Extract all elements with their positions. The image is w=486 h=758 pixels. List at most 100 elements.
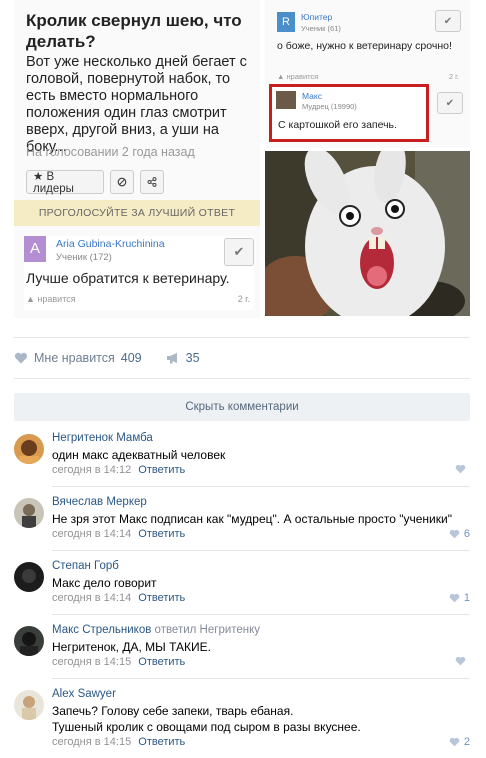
heart-icon: [455, 656, 466, 666]
check-icon: ✔: [224, 238, 254, 266]
reply-link[interactable]: Ответить: [138, 656, 185, 668]
comment-meta: сегодня в 14:15 Ответить: [52, 736, 185, 748]
comment-like-button[interactable]: 2: [449, 736, 470, 748]
comment-item: Вячеслав Меркер Не зря этот Макс подписа…: [14, 496, 470, 550]
comment-text: Запечь? Голову себе запеки, тварь ебаная…: [52, 703, 470, 735]
question-meta: На голосовании 2 года назад: [26, 145, 195, 159]
answer-like-label: нравится: [37, 294, 76, 304]
reply-link[interactable]: Ответить: [138, 528, 185, 540]
answer-time: 2 г.: [237, 294, 250, 304]
divider: [52, 550, 470, 551]
comment-meta: сегодня в 14:12 Ответить: [52, 464, 185, 476]
comment-author[interactable]: Степан Горб: [52, 560, 119, 572]
comment-item: Alex Sawyer Запечь? Голову себе запеки, …: [14, 688, 470, 754]
heart-icon: [449, 737, 460, 747]
hide-comments-button[interactable]: Скрыть комментарии: [14, 393, 470, 421]
meme-image: Кролик свернул шею, что делать? Вот уже …: [14, 0, 470, 318]
jupiter-rank: Ученик (61): [301, 24, 341, 33]
comment-text: один макс адекватный человек: [52, 448, 226, 462]
divider: [52, 614, 470, 615]
heart-icon[interactable]: [14, 352, 28, 364]
comment-item: Макс Стрельников ответил Негритенку Негр…: [14, 624, 470, 678]
comment-author-name[interactable]: Макс Стрельников: [52, 624, 151, 636]
answer-author: Aria Gubina-Kruchinina: [56, 238, 165, 250]
jupiter-like-label: нравится: [286, 72, 319, 81]
reply-link[interactable]: Ответить: [138, 736, 185, 748]
comment-text: Негритенок, ДА, МЫ ТАКИЕ.: [52, 640, 211, 654]
comment-author[interactable]: Alex Sawyer: [52, 688, 116, 700]
max-author: Макс: [302, 91, 322, 101]
answer-rank: Ученик (172): [56, 252, 112, 263]
jupiter-time: 2 г.: [448, 72, 459, 81]
megaphone-icon[interactable]: [166, 352, 180, 364]
block-icon: [110, 170, 134, 194]
comment-text-line: Тушеный кролик с овощами под сыром в раз…: [52, 720, 361, 734]
divider: [14, 378, 470, 379]
reactions-bar: Мне нравится 409 35: [14, 343, 200, 373]
max-avatar: [276, 91, 296, 109]
answers-panel: R Юпитер Ученик (61) ✔ о боже, нужно к в…: [265, 0, 470, 148]
comment-time[interactable]: сегодня в 14:14: [52, 528, 131, 540]
divider: [52, 678, 470, 679]
likes-count[interactable]: 409: [121, 351, 142, 365]
comment-text: Не зря этот Макс подписан как "мудрец". …: [52, 512, 452, 526]
comment-author[interactable]: Негритенок Мамба: [52, 432, 153, 444]
comment-author[interactable]: Вячеслав Меркер: [52, 496, 147, 508]
jupiter-avatar: R: [277, 12, 295, 32]
question-panel: Кролик свернул шею, что делать? Вот уже …: [14, 0, 260, 318]
heart-icon: [449, 593, 460, 603]
jupiter-like: ▲ нравится: [277, 72, 319, 81]
comment-like-button[interactable]: [455, 656, 470, 666]
question-title: Кролик свернул шею, что делать?: [26, 11, 242, 51]
vote-banner: ПРОГОЛОСУЙТЕ ЗА ЛУЧШИЙ ОТВЕТ: [14, 200, 260, 226]
comment-item: Степан Горб Макс дело говорит сегодня в …: [14, 560, 470, 614]
question-buttons: ★ В лидеры: [26, 170, 164, 196]
jupiter-author: Юпитер: [301, 12, 333, 22]
comment-like-count: 1: [463, 592, 470, 604]
comment-like-button[interactable]: 6: [449, 528, 470, 540]
comment-author: Макс Стрельников ответил Негритенку: [52, 624, 260, 636]
avatar[interactable]: [14, 626, 44, 656]
leaders-button: ★ В лидеры: [26, 170, 104, 195]
avatar[interactable]: [14, 434, 44, 464]
shares-count[interactable]: 35: [186, 351, 200, 365]
avatar[interactable]: [14, 562, 44, 592]
jupiter-text: о боже, нужно к ветеринару срочно!: [277, 40, 452, 52]
comment-like-button[interactable]: [455, 464, 470, 474]
comment-meta: сегодня в 14:15 Ответить: [52, 656, 185, 668]
comment-time[interactable]: сегодня в 14:15: [52, 736, 131, 748]
answer-max-highlight: Макс Мудрец (19990) С картошкой его запе…: [269, 84, 429, 142]
question-body: Вот уже несколько дней бегает с головой,…: [26, 54, 247, 155]
replied-to[interactable]: ответил Негритенку: [155, 624, 261, 636]
avatar[interactable]: [14, 498, 44, 528]
comment-meta: сегодня в 14:14 Ответить: [52, 528, 185, 540]
comment-time[interactable]: сегодня в 14:14: [52, 592, 131, 604]
comment-text: Макс дело говорит: [52, 576, 157, 590]
screaming-rabbit-photo: [265, 151, 470, 316]
check-icon: ✔: [437, 92, 463, 114]
heart-icon: [455, 464, 466, 474]
answer-text: Лучше обратится к ветеринару.: [26, 270, 230, 286]
answer-like: ▲ нравится: [26, 294, 76, 304]
answer-avatar: A: [24, 236, 46, 262]
check-icon: ✔: [435, 10, 461, 32]
comment-like-count: 6: [463, 528, 470, 540]
reply-link[interactable]: Ответить: [138, 592, 185, 604]
max-text: С картошкой его запечь.: [278, 119, 397, 131]
comment-time[interactable]: сегодня в 14:12: [52, 464, 131, 476]
divider: [14, 337, 470, 338]
max-rank: Мудрец (19990): [302, 102, 357, 111]
reply-link[interactable]: Ответить: [138, 464, 185, 476]
divider: [52, 486, 470, 487]
comment-time[interactable]: сегодня в 14:15: [52, 656, 131, 668]
answer-main: A Aria Gubina-Kruchinina Ученик (172) ✔ …: [24, 236, 254, 310]
comment-like-button[interactable]: 1: [449, 592, 470, 604]
likes-label[interactable]: Мне нравится: [34, 351, 115, 365]
comment-meta: сегодня в 14:14 Ответить: [52, 592, 185, 604]
heart-icon: [449, 529, 460, 539]
avatar[interactable]: [14, 690, 44, 720]
comment-item: Негритенок Мамба один макс адекватный че…: [14, 432, 470, 486]
answer-jupiter: R Юпитер Ученик (61) ✔ о боже, нужно к в…: [277, 8, 463, 81]
comment-text-line: Запечь? Голову себе запеки, тварь ебаная…: [52, 704, 294, 718]
share-icon: [140, 170, 164, 194]
